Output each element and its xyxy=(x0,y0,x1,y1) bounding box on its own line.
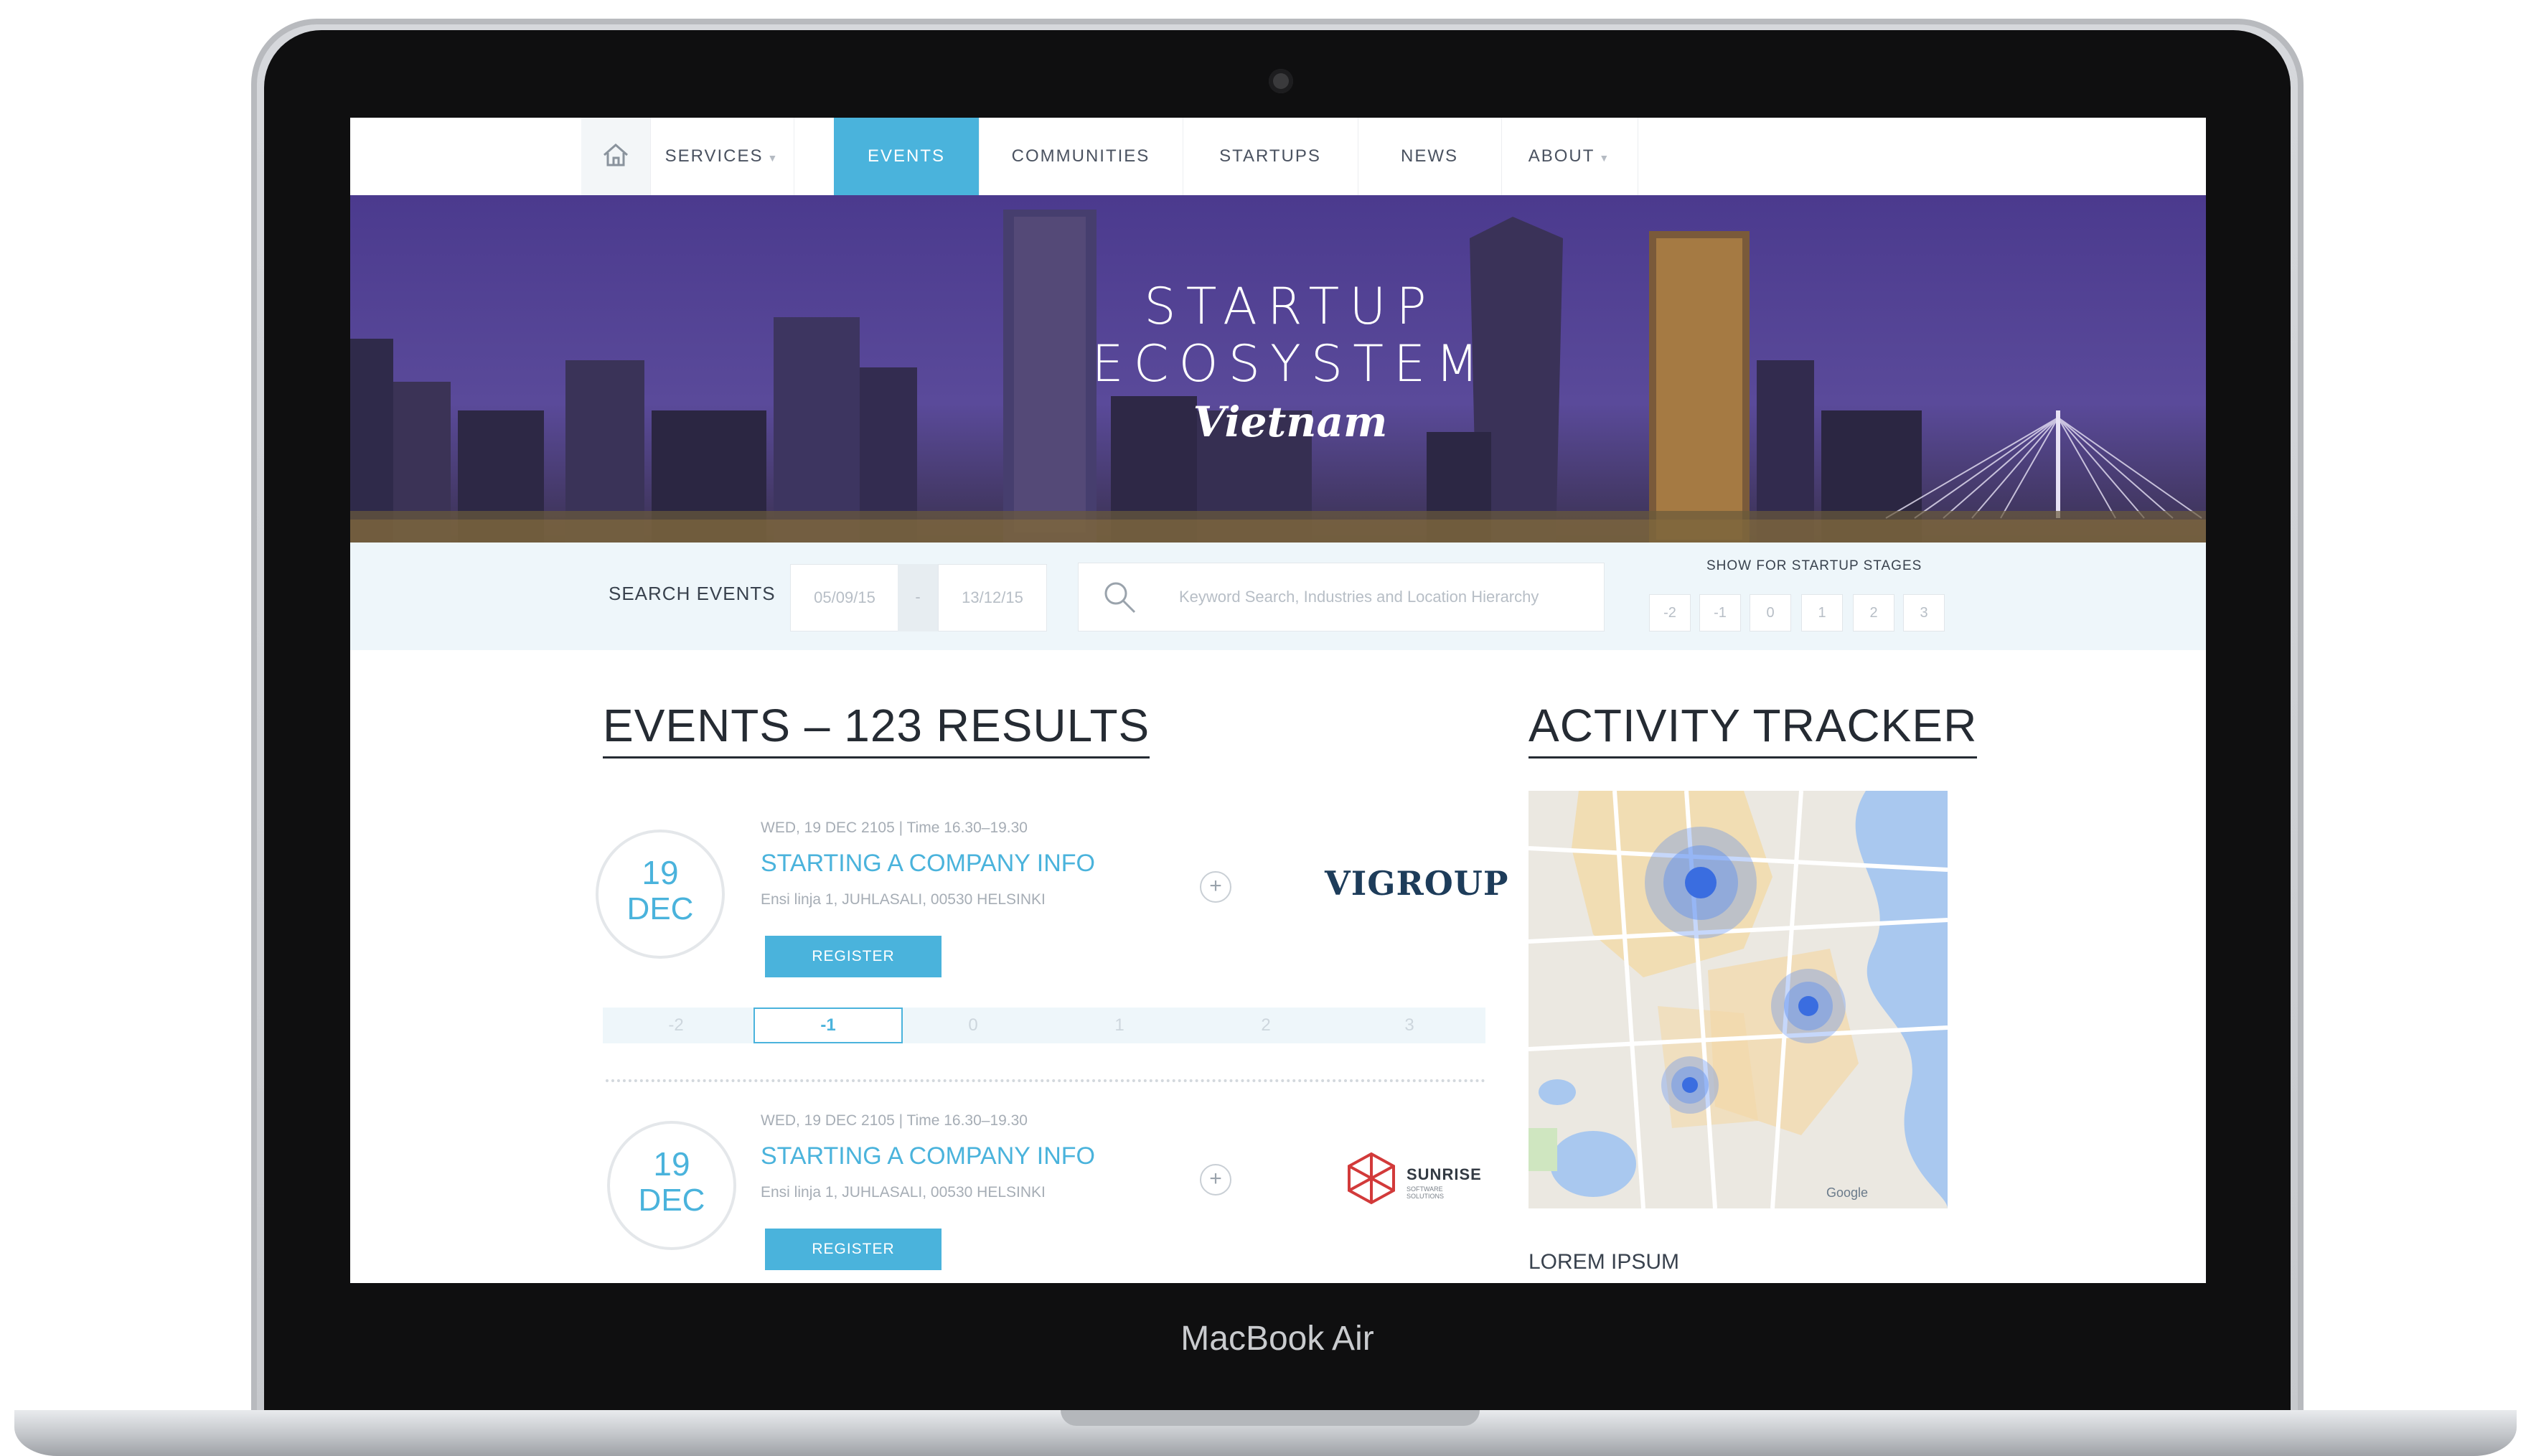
search-events-label: SEARCH EVENTS xyxy=(609,583,776,604)
event-stage-bar: -2 -1 0 1 2 3 xyxy=(603,1008,1485,1043)
keyword-search-input[interactable]: Keyword Search, Industries and Location … xyxy=(1078,563,1605,631)
date-to-field[interactable]: 13/12/15 xyxy=(938,564,1047,631)
stage-filter-m2[interactable]: -2 xyxy=(1649,594,1691,631)
date-separator: - xyxy=(898,564,938,631)
chevron-down-icon: ▼ xyxy=(767,152,779,164)
camera-icon xyxy=(1269,69,1293,93)
nav-startups[interactable]: STARTUPS xyxy=(1183,118,1358,195)
home-icon xyxy=(604,144,628,166)
chevron-down-icon: ▼ xyxy=(1599,152,1611,164)
event-stage-0: 0 xyxy=(968,1015,978,1035)
event-stage-m1-selected: -1 xyxy=(753,1008,903,1043)
nav-events-label: EVENTS xyxy=(867,146,946,166)
event-stage-m2: -2 xyxy=(668,1015,684,1035)
device-brand-label: MacBook Air xyxy=(1180,1320,1374,1358)
date-from-field[interactable]: 05/09/15 xyxy=(790,564,899,631)
events-heading: EVENTS – 123 RESULTS xyxy=(603,699,1150,758)
stage-filter-0[interactable]: 0 xyxy=(1750,594,1791,631)
event-month: DEC xyxy=(626,891,694,926)
nav-startups-label: STARTUPS xyxy=(1219,146,1321,166)
event-meta: WED, 19 DEC 2105 | Time 16.30–19.30 xyxy=(761,1112,1028,1129)
event-date-badge: 19 DEC xyxy=(596,830,725,959)
hero-subtitle: Vietnam xyxy=(1193,398,1388,446)
search-icon xyxy=(1104,582,1136,614)
event-stage-2: 2 xyxy=(1261,1015,1271,1035)
keyword-search-placeholder: Keyword Search, Industries and Location … xyxy=(1179,588,1539,606)
event-address: Ensi linja 1, JUHLASALI, 00530 HELSINKI xyxy=(761,1184,1046,1201)
register-button[interactable]: REGISTER xyxy=(765,1229,942,1270)
nav-about[interactable]: ABOUT ▼ xyxy=(1501,118,1638,195)
event-stage-3: 3 xyxy=(1404,1015,1414,1035)
vigroup-logo: VIGROUP xyxy=(1325,864,1509,903)
sunrise-logo: SUNRISE SOFTWARE SOLUTIONS xyxy=(1345,1151,1481,1209)
event-meta: WED, 19 DEC 2105 | Time 16.30–19.30 xyxy=(761,819,1028,836)
lorem-ipsum-heading: LOREM IPSUM xyxy=(1529,1250,1680,1274)
event-date-badge: 19 DEC xyxy=(607,1121,736,1250)
map-attribution: Google xyxy=(1826,1185,1869,1200)
event-month: DEC xyxy=(638,1183,705,1218)
register-button[interactable]: REGISTER xyxy=(765,936,942,977)
nav-services[interactable]: SERVICES ▼ xyxy=(650,118,794,195)
sunrise-logo-mark xyxy=(1348,1152,1395,1205)
sunrise-logo-subtext: SOFTWARE SOLUTIONS xyxy=(1407,1185,1445,1200)
hero-title: STARTUP ECOSYSTEM xyxy=(996,278,1584,393)
search-strip: SEARCH EVENTS 05/09/15 - 13/12/15 Keywor… xyxy=(350,543,2206,650)
event-stage-1: 1 xyxy=(1114,1015,1124,1035)
stage-filter-1[interactable]: 1 xyxy=(1801,594,1843,631)
nav-about-label: ABOUT xyxy=(1528,146,1595,166)
nav-events[interactable]: EVENTS xyxy=(834,118,980,195)
nav-home[interactable] xyxy=(581,118,651,195)
nav-communities-label: COMMUNITIES xyxy=(1011,146,1150,166)
activity-map[interactable]: Google xyxy=(1529,791,1948,1208)
website-screen: SERVICES ▼ EVENTS COMMUNITIES STARTUPS NE… xyxy=(350,118,2206,1283)
activity-tracker-heading: ACTIVITY TRACKER xyxy=(1529,699,1978,758)
add-event-button[interactable]: + xyxy=(1200,1164,1231,1196)
event-title-link[interactable]: STARTING A COMPANY INFO xyxy=(761,1142,1095,1170)
event-title-link[interactable]: STARTING A COMPANY INFO xyxy=(761,850,1095,878)
events-divider xyxy=(606,1079,1485,1082)
nav-news-label: NEWS xyxy=(1401,146,1458,166)
nav-news[interactable]: NEWS xyxy=(1358,118,1502,195)
hero-banner: STARTUP ECOSYSTEM Vietnam xyxy=(350,195,2206,543)
hero-title-line1: STARTUP xyxy=(1144,277,1437,336)
nav-services-label: SERVICES xyxy=(665,146,764,166)
event-address: Ensi linja 1, JUHLASALI, 00530 HELSINKI xyxy=(761,891,1046,908)
nav-communities[interactable]: COMMUNITIES xyxy=(979,118,1183,195)
sunrise-logo-text: SUNRISE xyxy=(1407,1165,1482,1183)
stage-filter-m1[interactable]: -1 xyxy=(1699,594,1741,631)
add-event-button[interactable]: + xyxy=(1200,871,1231,903)
main-nav: SERVICES ▼ EVENTS COMMUNITIES STARTUPS NE… xyxy=(350,118,2206,196)
stage-filter-3[interactable]: 3 xyxy=(1903,594,1945,631)
laptop-notch xyxy=(1061,1410,1480,1426)
map-image xyxy=(1529,791,1948,1208)
event-day: 19 xyxy=(642,854,679,891)
stage-filter-2[interactable]: 2 xyxy=(1853,594,1894,631)
event-day: 19 xyxy=(653,1145,690,1183)
hero-title-line2: ECOSYSTEM xyxy=(1091,334,1489,393)
startup-stages-label: SHOW FOR STARTUP STAGES xyxy=(1706,558,1922,573)
